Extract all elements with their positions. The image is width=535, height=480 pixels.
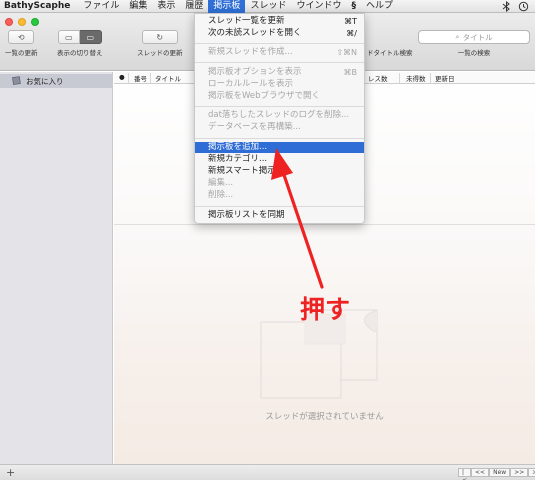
search-placeholder: タイトル <box>462 32 493 42</box>
menu-item-board-options[interactable]: 掲示板オプションを表示 ⌘B <box>195 67 364 78</box>
column-unread-count[interactable]: 未得数 <box>406 73 426 83</box>
pager-controls: |< << New >> >| <box>458 468 535 480</box>
sidebar: お気に入り <box>0 72 113 464</box>
pager-next-button[interactable]: >> <box>510 468 529 477</box>
menu-item-refresh-thread-list[interactable]: スレッド一覧を更新 ⌘T <box>195 16 364 27</box>
refresh-thread-group: ↻ スレッドの更新 <box>137 30 183 57</box>
menu-item-add-board[interactable]: 掲示板を追加... <box>195 142 364 153</box>
board-menu-dropdown: スレッド一覧を更新 ⌘T 次の未読スレッドを開く ⌘/ 新規スレッドを作成...… <box>194 13 365 224</box>
column-unread-status[interactable]: ● <box>119 73 125 81</box>
search-label: 一覧の検索 <box>457 49 491 57</box>
refresh-list-group: ⟲ 一覧の更新 <box>5 30 38 57</box>
menu-history[interactable]: 履歴 <box>180 0 208 13</box>
menu-item-label: dat落ちしたスレッドのログを削除... <box>208 110 350 120</box>
board-icon <box>12 75 22 87</box>
menu-item-label: 掲示板をWebブラウザで開く <box>208 91 321 101</box>
menu-item-new-thread[interactable]: 新規スレッドを作成... ⇧⌘N <box>195 47 364 58</box>
menu-item-label: 掲示板を追加... <box>208 142 268 152</box>
empty-state-message: スレッドが選択されていません <box>265 412 384 422</box>
menu-item-open-next-unread[interactable]: 次の未読スレッドを開く ⌘/ <box>195 28 364 39</box>
menu-view[interactable]: 表示 <box>152 0 180 13</box>
sidebar-item-label: お気に入り <box>26 76 64 86</box>
menu-item-shortcut: ⌘B <box>343 68 358 77</box>
menu-item-label: ローカルルールを表示 <box>208 79 294 89</box>
close-window-button[interactable] <box>5 18 13 26</box>
refresh-thread-label: スレッドの更新 <box>137 49 183 57</box>
refresh-list-button[interactable]: ⟲ <box>8 30 35 44</box>
menu-item-new-smart-board[interactable]: 新規スマート掲示板... <box>195 166 364 177</box>
menu-item-label: 新規スマート掲示板... <box>208 166 293 176</box>
menu-item-edit[interactable]: 編集... <box>195 178 364 189</box>
menu-item-shortcut: ⌘T <box>344 17 357 26</box>
menu-bar: BathyScaphe ファイル 編集 表示 履歴 掲示板 スレッド ウインドウ… <box>0 0 535 13</box>
column-title[interactable]: タイトル <box>155 73 181 83</box>
thread-title-search-group: ドタイトル検索 <box>367 47 413 57</box>
column-res-count[interactable]: レス数 <box>368 73 388 83</box>
menu-thread[interactable]: スレッド <box>245 0 291 13</box>
zoom-window-button[interactable] <box>31 18 39 26</box>
search-group: ⌕ タイトル 一覧の検索 <box>418 30 530 57</box>
toggle-view-label: 表示の切り替え <box>57 49 103 57</box>
menu-help[interactable]: ヘルプ <box>361 0 398 13</box>
menu-item-shortcut: ⌘/ <box>346 29 357 38</box>
column-number[interactable]: 番号 <box>134 73 147 83</box>
menu-item-label: 次の未読スレッドを開く <box>208 28 302 38</box>
menu-item-delete[interactable]: 削除... <box>195 190 364 201</box>
toggle-view-segment: ▭ ▭ <box>57 30 102 44</box>
menu-item-delete-dat-logs[interactable]: dat落ちしたスレッドのログを削除... <box>195 110 364 121</box>
menu-item-shortcut: ⇧⌘N <box>336 48 357 57</box>
sidebar-item-favorites[interactable]: お気に入り <box>0 74 112 88</box>
add-button[interactable]: + <box>6 466 15 479</box>
pager-new-button[interactable]: New <box>489 468 511 477</box>
menu-item-new-category[interactable]: 新規カテゴリ... <box>195 154 364 165</box>
menu-item-label: 掲示板リストを同期 <box>208 210 285 220</box>
search-icon: ⌕ <box>455 32 460 41</box>
app-menu[interactable]: BathyScaphe <box>0 0 78 13</box>
menu-window[interactable]: ウインドウ <box>291 0 346 13</box>
thread-title-search-label: ドタイトル検索 <box>367 49 413 57</box>
menu-item-local-rules[interactable]: ローカルルールを表示 <box>195 79 364 90</box>
minimize-window-button[interactable] <box>18 18 26 26</box>
menu-item-label: 編集... <box>208 178 234 188</box>
refresh-list-label: 一覧の更新 <box>5 49 38 57</box>
refresh-thread-icon: ↻ <box>156 32 164 42</box>
script-menu-icon[interactable]: § <box>346 0 361 13</box>
menu-board[interactable]: 掲示板 <box>208 0 246 13</box>
menu-item-label: データベースを再構築... <box>208 122 301 132</box>
menu-item-label: 新規カテゴリ... <box>208 154 268 164</box>
annotation-label: 押す <box>300 295 351 324</box>
search-field[interactable]: ⌕ タイトル <box>418 30 530 44</box>
bluetooth-icon[interactable] <box>501 0 512 12</box>
pager-last-button[interactable]: >| <box>528 468 535 477</box>
menu-edit[interactable]: 編集 <box>124 0 152 13</box>
split-pane-divider[interactable] <box>114 224 535 225</box>
menu-item-label: 削除... <box>208 190 234 200</box>
refresh-thread-button[interactable]: ↻ <box>141 30 178 44</box>
menu-file[interactable]: ファイル <box>78 0 124 13</box>
view-mode-two-button[interactable]: ▭ <box>79 30 102 44</box>
toggle-view-group: ▭ ▭ 表示の切り替え <box>57 30 103 57</box>
menu-item-rebuild-database[interactable]: データベースを再構築... <box>195 122 364 133</box>
menu-item-sync-board-list[interactable]: 掲示板リストを同期 <box>195 210 364 221</box>
pager-prev-button[interactable]: << <box>471 468 490 477</box>
menu-item-label: 新規スレッドを作成... <box>208 47 293 57</box>
refresh-list-icon: ⟲ <box>17 32 25 42</box>
column-updated[interactable]: 更新日 <box>435 73 455 83</box>
status-bar: + |< << New >> >| <box>0 464 535 480</box>
pager-first-button[interactable]: |< <box>458 468 472 480</box>
list-view-icon: ▭ <box>64 32 73 42</box>
view-mode-one-button[interactable]: ▭ <box>57 30 80 44</box>
menu-item-label: スレッド一覧を更新 <box>208 16 285 26</box>
time-machine-icon[interactable] <box>518 1 529 12</box>
menu-item-label: 掲示板オプションを表示 <box>208 67 302 77</box>
menu-item-open-in-browser[interactable]: 掲示板をWebブラウザで開く <box>195 91 364 102</box>
split-view-icon: ▭ <box>86 32 95 42</box>
